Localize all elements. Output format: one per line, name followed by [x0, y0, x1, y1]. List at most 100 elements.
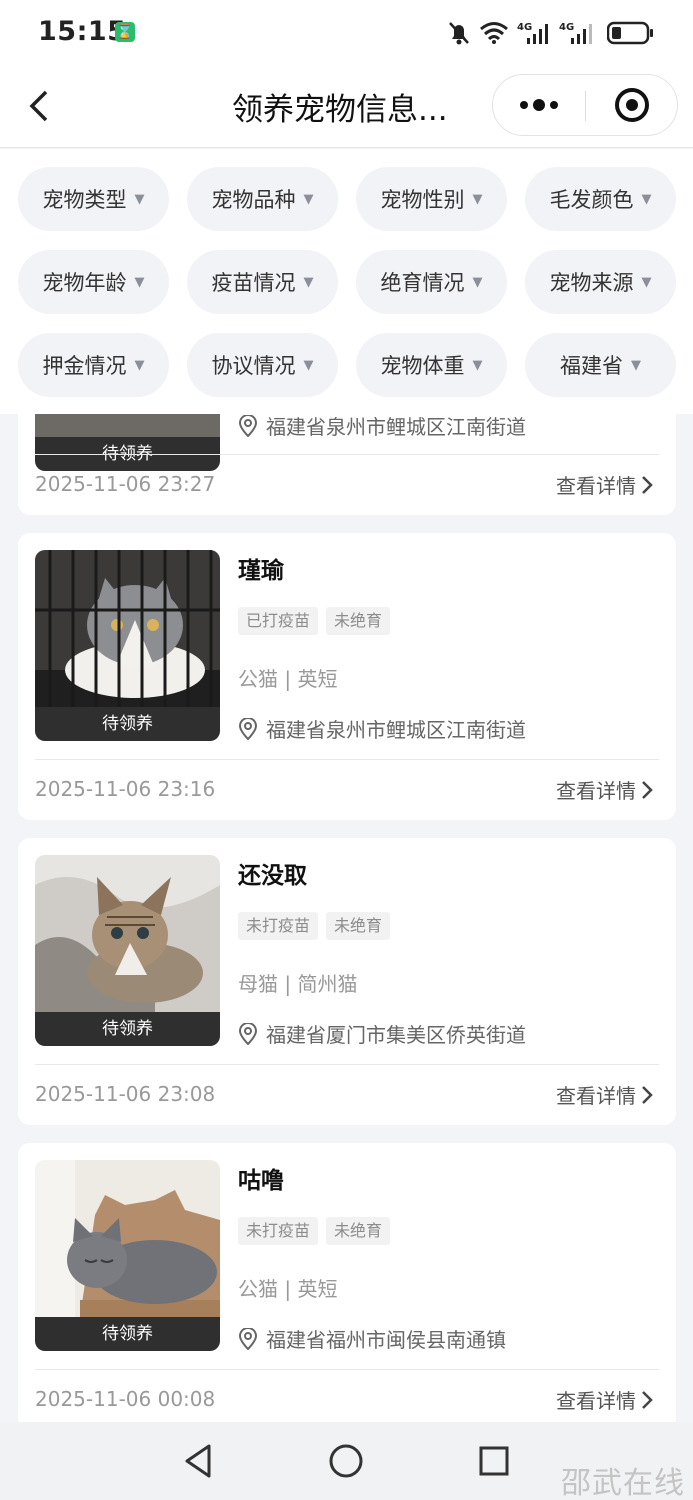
signal-4g-icon-2: 4G	[559, 22, 592, 44]
view-detail-label: 查看详情	[556, 1389, 636, 1413]
square-recents-icon	[479, 1446, 509, 1476]
miniprogram-capsule	[492, 74, 678, 136]
sterilization-tag: 未绝育	[326, 1217, 391, 1245]
view-detail-link[interactable]: 查看详情	[556, 1385, 654, 1414]
dropdown-arrow-icon: ▼	[303, 357, 314, 373]
dropdown-arrow-icon: ▼	[303, 274, 314, 290]
dropdown-arrow-icon: ▼	[641, 274, 652, 290]
view-detail-link[interactable]: 查看详情	[556, 470, 654, 499]
dropdown-arrow-icon: ▼	[134, 191, 145, 207]
battery-icon	[607, 21, 653, 45]
pet-list: 待领养 福建省泉州市鲤城区江南街道 2025-11-06 23:27 查看详情	[0, 414, 693, 1422]
card-divider	[35, 1064, 659, 1065]
status-time: 15:15	[38, 16, 127, 47]
vaccine-tag: 已打疫苗	[238, 607, 319, 635]
adoption-status-badge: 待领养	[35, 707, 220, 741]
filter-label: 福建省	[560, 354, 623, 378]
pet-location: 福建省泉州市鲤城区江南街道	[238, 714, 526, 743]
filter-pet-type[interactable]: 宠物类型 ▼	[18, 167, 169, 231]
dropdown-arrow-icon: ▼	[303, 191, 314, 207]
dropdown-arrow-icon: ▼	[631, 357, 641, 373]
filter-label: 宠物品种	[211, 188, 296, 212]
pet-photo	[35, 414, 220, 437]
pet-card[interactable]: 待领养 咕噜 未打疫苗 未绝育 公猫 | 英短 福建省福州市闽侯县南通镇 202…	[18, 1143, 676, 1422]
filter-panel: 宠物类型 ▼ 宠物品种 ▼ 宠物性别 ▼ 毛发颜色 ▼ 宠物年龄 ▼ 疫苗情况 ▼ 绝育情况…	[0, 149, 693, 414]
watermark: 邵武在线	[561, 1466, 685, 1500]
location-text: 福建省泉州市鲤城区江南街道	[266, 415, 526, 439]
hourglass-icon: ⌛	[115, 22, 135, 42]
pet-card[interactable]: 待领养 还没取 未打疫苗 未绝育 母猫 | 简州猫 福建省厦门市集美区侨英街道 …	[18, 838, 676, 1125]
filter-deposit[interactable]: 押金情况 ▼	[18, 333, 169, 397]
location-pin-icon	[238, 1327, 258, 1350]
signal-4g-icon: 4G	[517, 22, 548, 44]
system-home-button[interactable]	[326, 1441, 366, 1481]
cat-photo-tabby-kitten	[35, 855, 220, 1012]
dropdown-arrow-icon: ▼	[134, 357, 145, 373]
nav-bar: 领养宠物信息...	[0, 66, 693, 148]
publish-date: 2025-11-06 23:16	[35, 777, 216, 801]
adoption-status-badge: 待领养	[35, 1012, 220, 1046]
close-miniprogram-button[interactable]	[586, 75, 678, 135]
pet-gender-breed: 公猫 | 英短	[238, 1277, 338, 1301]
pet-tags: 未打疫苗 未绝育	[238, 912, 391, 940]
svg-text:4G: 4G	[559, 22, 574, 33]
filter-agreement[interactable]: 协议情况 ▼	[187, 333, 338, 397]
dropdown-arrow-icon: ▼	[472, 274, 483, 290]
filter-pet-source[interactable]: 宠物来源 ▼	[525, 250, 676, 314]
filter-pet-breed[interactable]: 宠物品种 ▼	[187, 167, 338, 231]
card-divider	[35, 1369, 659, 1370]
chevron-right-icon	[642, 1390, 653, 1409]
filter-label: 宠物性别	[380, 188, 465, 212]
wifi-icon	[480, 22, 508, 44]
dropdown-arrow-icon: ▼	[472, 357, 483, 373]
filter-province[interactable]: 福建省 ▼	[525, 333, 676, 397]
card-divider	[35, 454, 659, 455]
location-text: 福建省厦门市集美区侨英街道	[266, 1023, 526, 1047]
filter-pet-weight[interactable]: 宠物体重 ▼	[356, 333, 507, 397]
pet-name: 咕噜	[238, 1168, 284, 1194]
dropdown-arrow-icon: ▼	[134, 274, 145, 290]
system-recents-button[interactable]	[474, 1441, 514, 1481]
status-bar: 15:15 ⌛ 4G 4G	[0, 0, 693, 66]
chevron-left-icon	[29, 90, 48, 122]
filter-pet-gender[interactable]: 宠物性别 ▼	[356, 167, 507, 231]
pet-tags: 未打疫苗 未绝育	[238, 1217, 391, 1245]
publish-date: 2025-11-06 23:08	[35, 1082, 216, 1106]
card-divider	[35, 759, 659, 760]
chevron-right-icon	[642, 475, 653, 494]
pet-card[interactable]: 待领养 福建省泉州市鲤城区江南街道 2025-11-06 23:27 查看详情	[18, 414, 676, 515]
dropdown-arrow-icon: ▼	[641, 191, 652, 207]
filter-label: 疫苗情况	[211, 271, 296, 295]
adoption-status-badge: 待领养	[35, 1317, 220, 1351]
location-pin-icon	[238, 1022, 258, 1045]
filter-sterilization[interactable]: 绝育情况 ▼	[356, 250, 507, 314]
filter-label: 宠物体重	[380, 354, 465, 378]
view-detail-label: 查看详情	[556, 779, 636, 803]
pet-card[interactable]: 待领养 瑾瑜 已打疫苗 未绝育 公猫 | 英短 福建省泉州市鲤城区江南街道 20…	[18, 533, 676, 820]
page-title: 领养宠物信息...	[232, 92, 448, 128]
location-pin-icon	[238, 717, 258, 740]
view-detail-label: 查看详情	[556, 474, 636, 498]
svg-text:4G: 4G	[517, 22, 532, 33]
location-text: 福建省泉州市鲤城区江南街道	[266, 718, 526, 742]
view-detail-link[interactable]: 查看详情	[556, 1080, 654, 1109]
filter-vaccine[interactable]: 疫苗情况 ▼	[187, 250, 338, 314]
pet-gender-breed: 母猫 | 简州猫	[238, 972, 358, 996]
view-detail-link[interactable]: 查看详情	[556, 775, 654, 804]
triangle-back-icon	[185, 1444, 211, 1478]
filter-fur-color[interactable]: 毛发颜色 ▼	[525, 167, 676, 231]
circle-home-icon	[329, 1444, 363, 1478]
filter-label: 宠物年龄	[42, 271, 127, 295]
chevron-right-icon	[642, 1085, 653, 1104]
back-button[interactable]	[22, 84, 62, 128]
location-text: 福建省福州市闽侯县南通镇	[266, 1328, 506, 1352]
system-back-button[interactable]	[179, 1441, 219, 1481]
publish-date: 2025-11-06 00:08	[35, 1387, 216, 1411]
vaccine-tag: 未打疫苗	[238, 1217, 319, 1245]
pet-location: 福建省厦门市集美区侨英街道	[238, 1019, 526, 1048]
filter-pet-age[interactable]: 宠物年龄 ▼	[18, 250, 169, 314]
pet-thumbnail: 待领养	[35, 550, 220, 741]
sterilization-tag: 未绝育	[326, 607, 391, 635]
sterilization-tag: 未绝育	[326, 912, 391, 940]
more-button[interactable]	[493, 75, 585, 135]
